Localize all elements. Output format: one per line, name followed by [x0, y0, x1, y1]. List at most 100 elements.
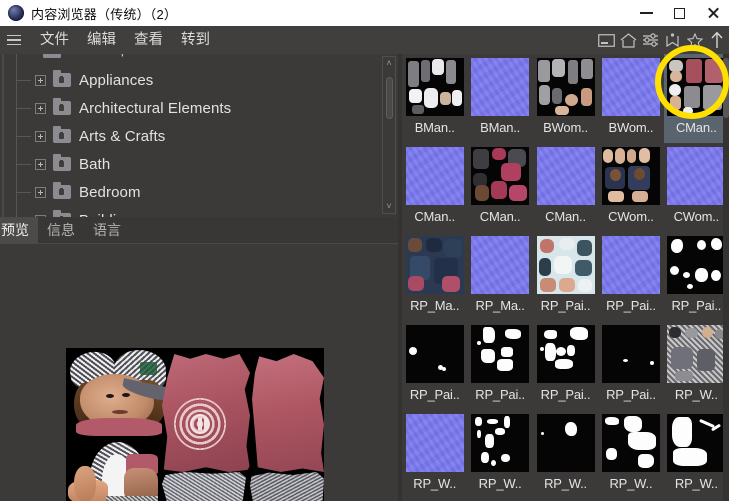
thumb-item[interactable]: RP_Pai..	[533, 321, 598, 410]
tree-item-partial[interactable]: ⌐	[17, 54, 376, 66]
hamburger-menu-icon[interactable]	[3, 26, 25, 54]
cap-logo	[140, 362, 157, 375]
locked-folder-icon	[43, 54, 61, 58]
thumb-label: CWom..	[673, 209, 720, 224]
thumb-label: RP_Pai..	[475, 387, 525, 402]
expand-icon[interactable]	[35, 158, 46, 170]
thumb-label: RP_Pai..	[606, 298, 656, 313]
thumb-item[interactable]: CWom..	[664, 143, 729, 232]
up-arrow-icon[interactable]	[706, 30, 727, 51]
thumb-item[interactable]: RP_W..	[598, 410, 663, 499]
thumb-label: CMan..	[675, 120, 717, 135]
minimize-button[interactable]	[630, 0, 663, 26]
thumbnail-image	[405, 147, 464, 205]
thumbnail-image	[536, 236, 595, 294]
thumb-item[interactable]: BMan..	[402, 54, 467, 143]
window-controls	[630, 0, 729, 26]
chevron-glyph-icon: ⌐	[121, 54, 130, 63]
pants-piece-b	[250, 472, 324, 501]
thumb-item[interactable]: RP_Pai..	[533, 232, 598, 321]
expand-icon[interactable]	[35, 130, 46, 142]
tab-preview[interactable]: 预览	[0, 217, 38, 243]
menu-goto[interactable]: 转到	[172, 26, 219, 54]
close-icon	[707, 7, 719, 19]
thumbnail-image	[471, 236, 530, 294]
mouth	[112, 410, 128, 414]
expand-icon[interactable]	[35, 74, 46, 86]
thumb-item[interactable]: CMan..	[402, 143, 467, 232]
preview-tab-strip: 预览 信息 语言	[0, 217, 400, 244]
filter-sliders-icon[interactable]	[640, 30, 661, 51]
panel-layout-icon[interactable]	[596, 30, 617, 51]
grid-scrollbar-thumb[interactable]	[723, 58, 729, 118]
tree-item-bath[interactable]: Bath	[17, 150, 376, 178]
grid-row: BMan.. BMan.. BWom.. BWom.. CMan..	[402, 54, 729, 143]
menu-view[interactable]: 查看	[125, 26, 172, 54]
menu-file[interactable]: 文件	[31, 26, 78, 54]
tree-item-label: Bedroom	[79, 183, 141, 201]
preview-pane	[0, 244, 400, 501]
thumb-item[interactable]: RP_Ma..	[467, 232, 532, 321]
maximize-icon	[674, 7, 685, 19]
thumbnail-image	[601, 325, 660, 383]
grid-row: CMan.. CMan.. CMan.. CWom.. CWom..	[402, 143, 729, 232]
scroll-up-icon[interactable]: ˄	[383, 57, 395, 70]
thumb-label: RP_Ma..	[410, 298, 460, 313]
thumb-item-selected[interactable]: CMan..	[663, 54, 729, 143]
locked-folder-icon	[53, 70, 71, 87]
thumb-item[interactable]: CMan..	[467, 143, 532, 232]
thumbnail-image	[667, 236, 726, 294]
thumb-item[interactable]: RP_W..	[664, 321, 729, 410]
tree-item-arts-and-crafts[interactable]: Arts & Crafts	[17, 122, 376, 150]
grid-scrollbar[interactable]	[723, 54, 729, 501]
preview-texture-atlas	[66, 348, 324, 501]
daz-studio-orb-icon	[8, 5, 24, 21]
thumb-item[interactable]: BWom..	[533, 54, 598, 143]
expand-icon[interactable]	[35, 186, 46, 198]
thumb-item[interactable]: RP_Pai..	[598, 321, 663, 410]
thumb-item[interactable]: RP_Pai..	[598, 232, 663, 321]
locked-folder-icon	[53, 126, 71, 143]
tree-item-buildings[interactable]: Buildings	[17, 206, 376, 217]
thumb-item[interactable]: RP_W..	[467, 410, 532, 499]
thumbnail-image	[667, 58, 726, 116]
thumb-item[interactable]: RP_W..	[664, 410, 729, 499]
thumbnail-image	[405, 325, 464, 383]
tab-language[interactable]: 语言	[84, 217, 130, 243]
thumb-item[interactable]: BWom..	[598, 54, 663, 143]
thumbnail-image	[405, 58, 464, 116]
favorite-star-icon[interactable]	[684, 30, 705, 51]
thumb-label: BWom..	[608, 120, 654, 135]
thumb-item[interactable]: RP_Pai..	[664, 232, 729, 321]
thumb-label: RP_W..	[413, 476, 457, 491]
tree-item-appliances[interactable]: Appliances	[17, 66, 376, 94]
tab-info[interactable]: 信息	[38, 217, 84, 243]
grid-row: RP_Pai.. RP_Pai.. RP_Pai.. RP_Pai.. RP_W…	[402, 321, 729, 410]
scroll-down-icon[interactable]: ˅	[383, 200, 395, 213]
thumb-label: CMan..	[545, 209, 586, 224]
tree-item-label: Appliances	[79, 71, 154, 89]
thumb-item[interactable]: BMan..	[467, 54, 532, 143]
tree-item-architectural-elements[interactable]: Architectural Elements	[17, 94, 376, 122]
thumb-item[interactable]: RP_Pai..	[402, 321, 467, 410]
tree-scrollbar-thumb[interactable]	[386, 77, 393, 119]
thumb-item[interactable]: CMan..	[533, 143, 598, 232]
thumb-item[interactable]: RP_Ma..	[402, 232, 467, 321]
grid-row: RP_W.. RP_W.. RP_W.. RP_W.. RP_W..	[402, 410, 729, 499]
tree-scrollbar[interactable]: ˄ ˅	[382, 56, 396, 214]
menu-edit[interactable]: 编辑	[78, 26, 125, 54]
thumb-item[interactable]: RP_W..	[402, 410, 467, 499]
home-icon[interactable]	[618, 30, 639, 51]
bookmark-add-icon[interactable]	[662, 30, 683, 51]
thumb-item[interactable]: CWom..	[598, 143, 663, 232]
close-button[interactable]	[696, 0, 729, 26]
thumb-label: RP_W..	[544, 476, 587, 491]
thumb-label: RP_Pai..	[409, 387, 460, 402]
thumb-item[interactable]: RP_Pai..	[467, 321, 532, 410]
maximize-button[interactable]	[663, 0, 696, 26]
thumb-label: RP_Pai..	[606, 387, 656, 402]
thumb-item[interactable]: RP_W..	[533, 410, 598, 499]
expand-icon[interactable]	[35, 102, 46, 114]
tree-item-bedroom[interactable]: Bedroom	[17, 178, 376, 206]
pants-piece-a	[162, 472, 246, 501]
